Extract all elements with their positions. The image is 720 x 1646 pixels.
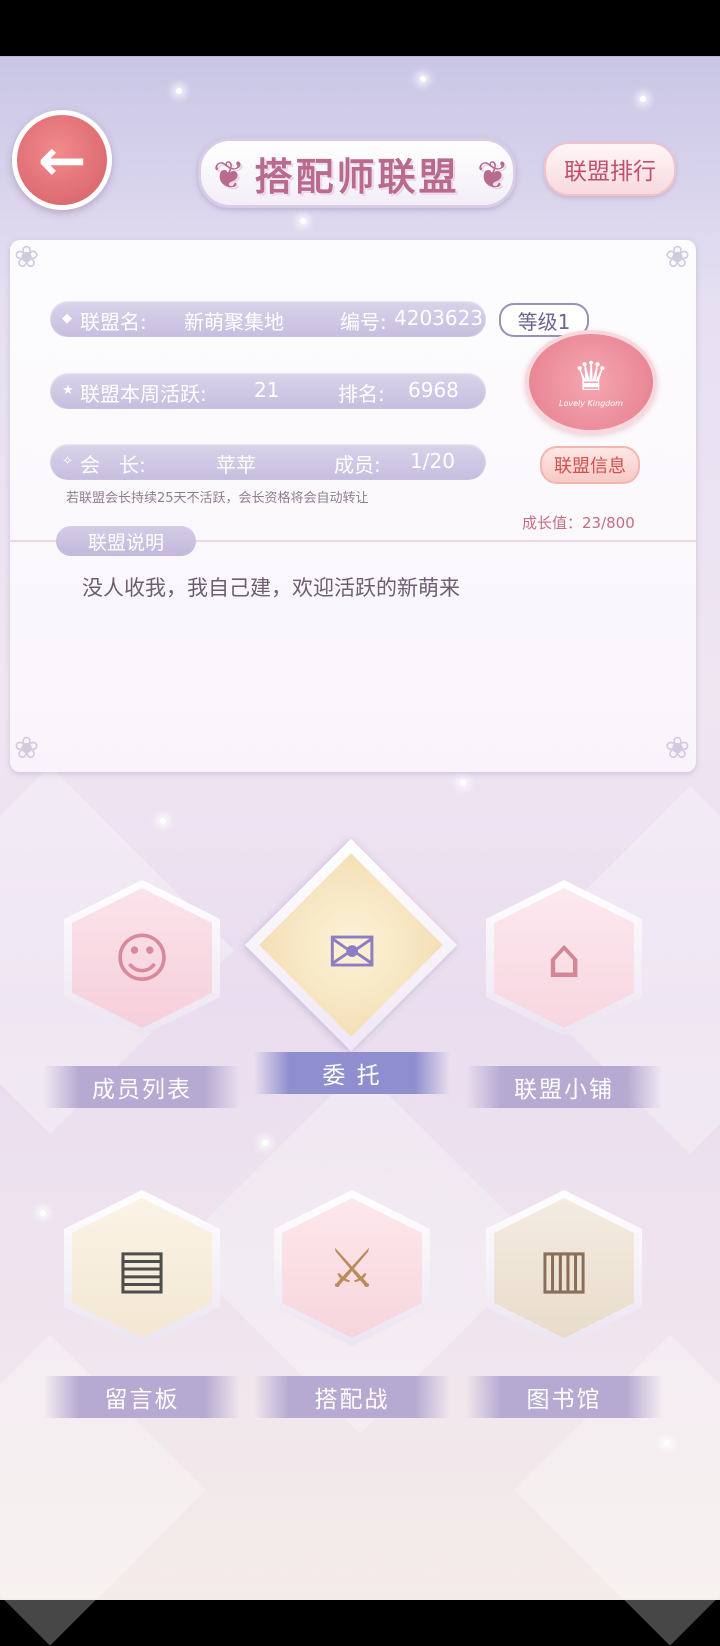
sparkle [262,1140,268,1146]
style-battle-label: 搭配战 [254,1376,450,1418]
alliance-id-label: 编号: [340,310,387,334]
rose-corner-icon: ❀ [664,240,690,275]
sparkle [300,218,306,224]
two-girls-icon: ☺ [72,888,212,1028]
alliance-name-label: 联盟名: [80,310,147,334]
alliance-shop-label: 联盟小铺 [466,1066,662,1108]
alliance-emblem: ♛ Lovely Kingdom [525,330,657,434]
alliance-info-button[interactable]: 联盟信息 [540,446,640,484]
library-label: 图书馆 [466,1376,662,1418]
rose-corner-icon: ❀ [14,731,40,766]
flourish-left-icon: ❦ [213,153,248,197]
bookshelf-icon: ▥ [494,1198,634,1338]
weekly-active-label: 联盟本周活跃: [80,382,207,406]
sparkle [640,96,646,102]
weekly-active-value: 21 [254,378,280,402]
alliance-name-value: 新萌聚集地 [184,310,284,334]
envelope-quill-icon: ✉ [326,918,378,988]
rank-label: 排名: [338,382,385,406]
shield-icon: ◆ [62,311,72,326]
alliance-name-row: ◆ 联盟名: 新萌聚集地 编号: 4203623 [50,301,486,337]
tile-frame: ⚔ [274,1190,430,1346]
member-list-label: 成员列表 [44,1066,240,1108]
tile-frame: ▥ [486,1190,642,1346]
sparkle [420,76,426,82]
rose-corner-icon: ❀ [664,731,690,766]
sparkle [160,818,166,824]
alliance-shop-tile[interactable]: ⌂ 联盟小铺 [466,880,662,1110]
members-value: 1/20 [410,449,455,473]
star-icon: ★ [62,383,74,398]
description-text: 没人收我，我自己建，欢迎活跃的新萌来 [82,576,460,600]
sparkle-icon: ✧ [62,454,73,469]
rose-corner-icon: ❀ [14,240,40,275]
emblem-text: Lovely Kingdom [559,398,623,408]
alliance-ranking-button[interactable]: 联盟排行 [544,142,676,196]
growth-value: 成长值：23/800 [522,514,635,532]
chalkboard-icon: ▤ [72,1198,212,1338]
page-title-text: 搭配师联盟 [254,154,460,199]
message-board-label: 留言板 [44,1376,240,1418]
tile-frame: ☺ [64,880,220,1036]
member-list-tile[interactable]: ☺ 成员列表 [44,880,240,1110]
leader-value: 苹苹 [216,453,256,477]
back-button[interactable]: ← [12,110,112,210]
shop-icon: ⌂ [494,888,634,1028]
style-battle-tile[interactable]: ⚔ 搭配战 [254,1190,450,1420]
tile-frame: ⌂ [486,880,642,1036]
sparkle [460,780,466,786]
page-title: ❦ 搭配师联盟 ❦ [198,138,516,208]
sparkle [664,1440,670,1446]
members-label: 成员: [334,453,381,477]
leader-row: ✧ 会 长: 苹苹 成员: 1/20 [50,444,486,480]
weekly-active-row: ★ 联盟本周活跃: 21 排名: 6968 [50,373,486,409]
sparkle [176,88,182,94]
description-label: 联盟说明 [56,526,196,556]
tile-frame: ▤ [64,1190,220,1346]
alliance-id-value: 4203623 [394,306,484,330]
flourish-right-icon: ❦ [477,153,512,197]
crown-icon: ♛ [573,353,609,400]
library-tile[interactable]: ▥ 图书馆 [466,1190,662,1420]
leader-transfer-note: 若联盟会长持续25天不活跃，会长资格将会自动转让 [66,491,369,506]
leader-label: 会 长: [80,453,146,477]
commission-tile[interactable]: ✉ 委 托 [244,838,458,1108]
crossed-swords-icon: ⚔ [282,1198,422,1338]
arrow-left-icon: ← [37,126,87,194]
message-board-tile[interactable]: ▤ 留言板 [44,1190,240,1420]
rank-value: 6968 [408,378,459,402]
commission-label: 委 托 [254,1052,450,1094]
